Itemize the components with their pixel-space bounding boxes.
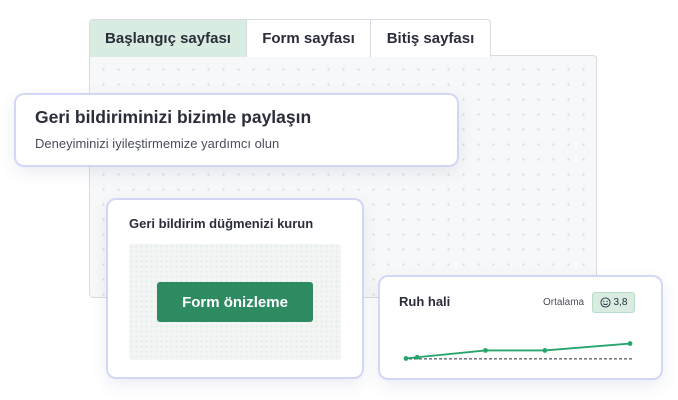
mood-title: Ruh hali — [399, 294, 451, 309]
mood-card: Ruh hali Ortalama 3,8 — [380, 277, 661, 378]
mood-series-line — [405, 342, 631, 360]
mood-data-point — [627, 341, 633, 346]
mood-data-point — [414, 354, 420, 360]
intro-card: Geri bildiriminizi bizimle paylaşın Dene… — [16, 95, 457, 165]
average-label: Ortalama — [543, 297, 585, 308]
mood-line-chart — [403, 341, 634, 361]
intro-subtitle: Deneyiminizi iyileştirmemize yardımcı ol… — [35, 136, 280, 151]
button-preview-area: Form önizleme — [129, 244, 341, 360]
average-value: 3,8 — [613, 297, 628, 308]
intro-title: Geri bildiriminizi bizimle paylaşın — [35, 107, 312, 127]
tab-end-page[interactable]: Bitiş sayfası — [371, 20, 490, 57]
form-preview-button[interactable]: Form önizleme — [157, 282, 313, 322]
mood-data-point — [483, 348, 488, 353]
mood-data-point — [542, 348, 548, 353]
tab-form-page[interactable]: Form sayfası — [247, 20, 371, 57]
feedback-button-card: Geri bildirim düğmenizi kurun Form önizl… — [108, 200, 362, 377]
feedback-button-card-title: Geri bildirim düğmenizi kurun — [129, 216, 314, 231]
mood-data-point — [403, 356, 409, 361]
tab-start-page[interactable]: Başlangıç sayfası — [90, 20, 247, 57]
smiley-icon — [600, 297, 611, 308]
average-badge: 3,8 — [592, 292, 635, 313]
page-tabs: Başlangıç sayfası Form sayfası Bitiş say… — [89, 19, 491, 57]
